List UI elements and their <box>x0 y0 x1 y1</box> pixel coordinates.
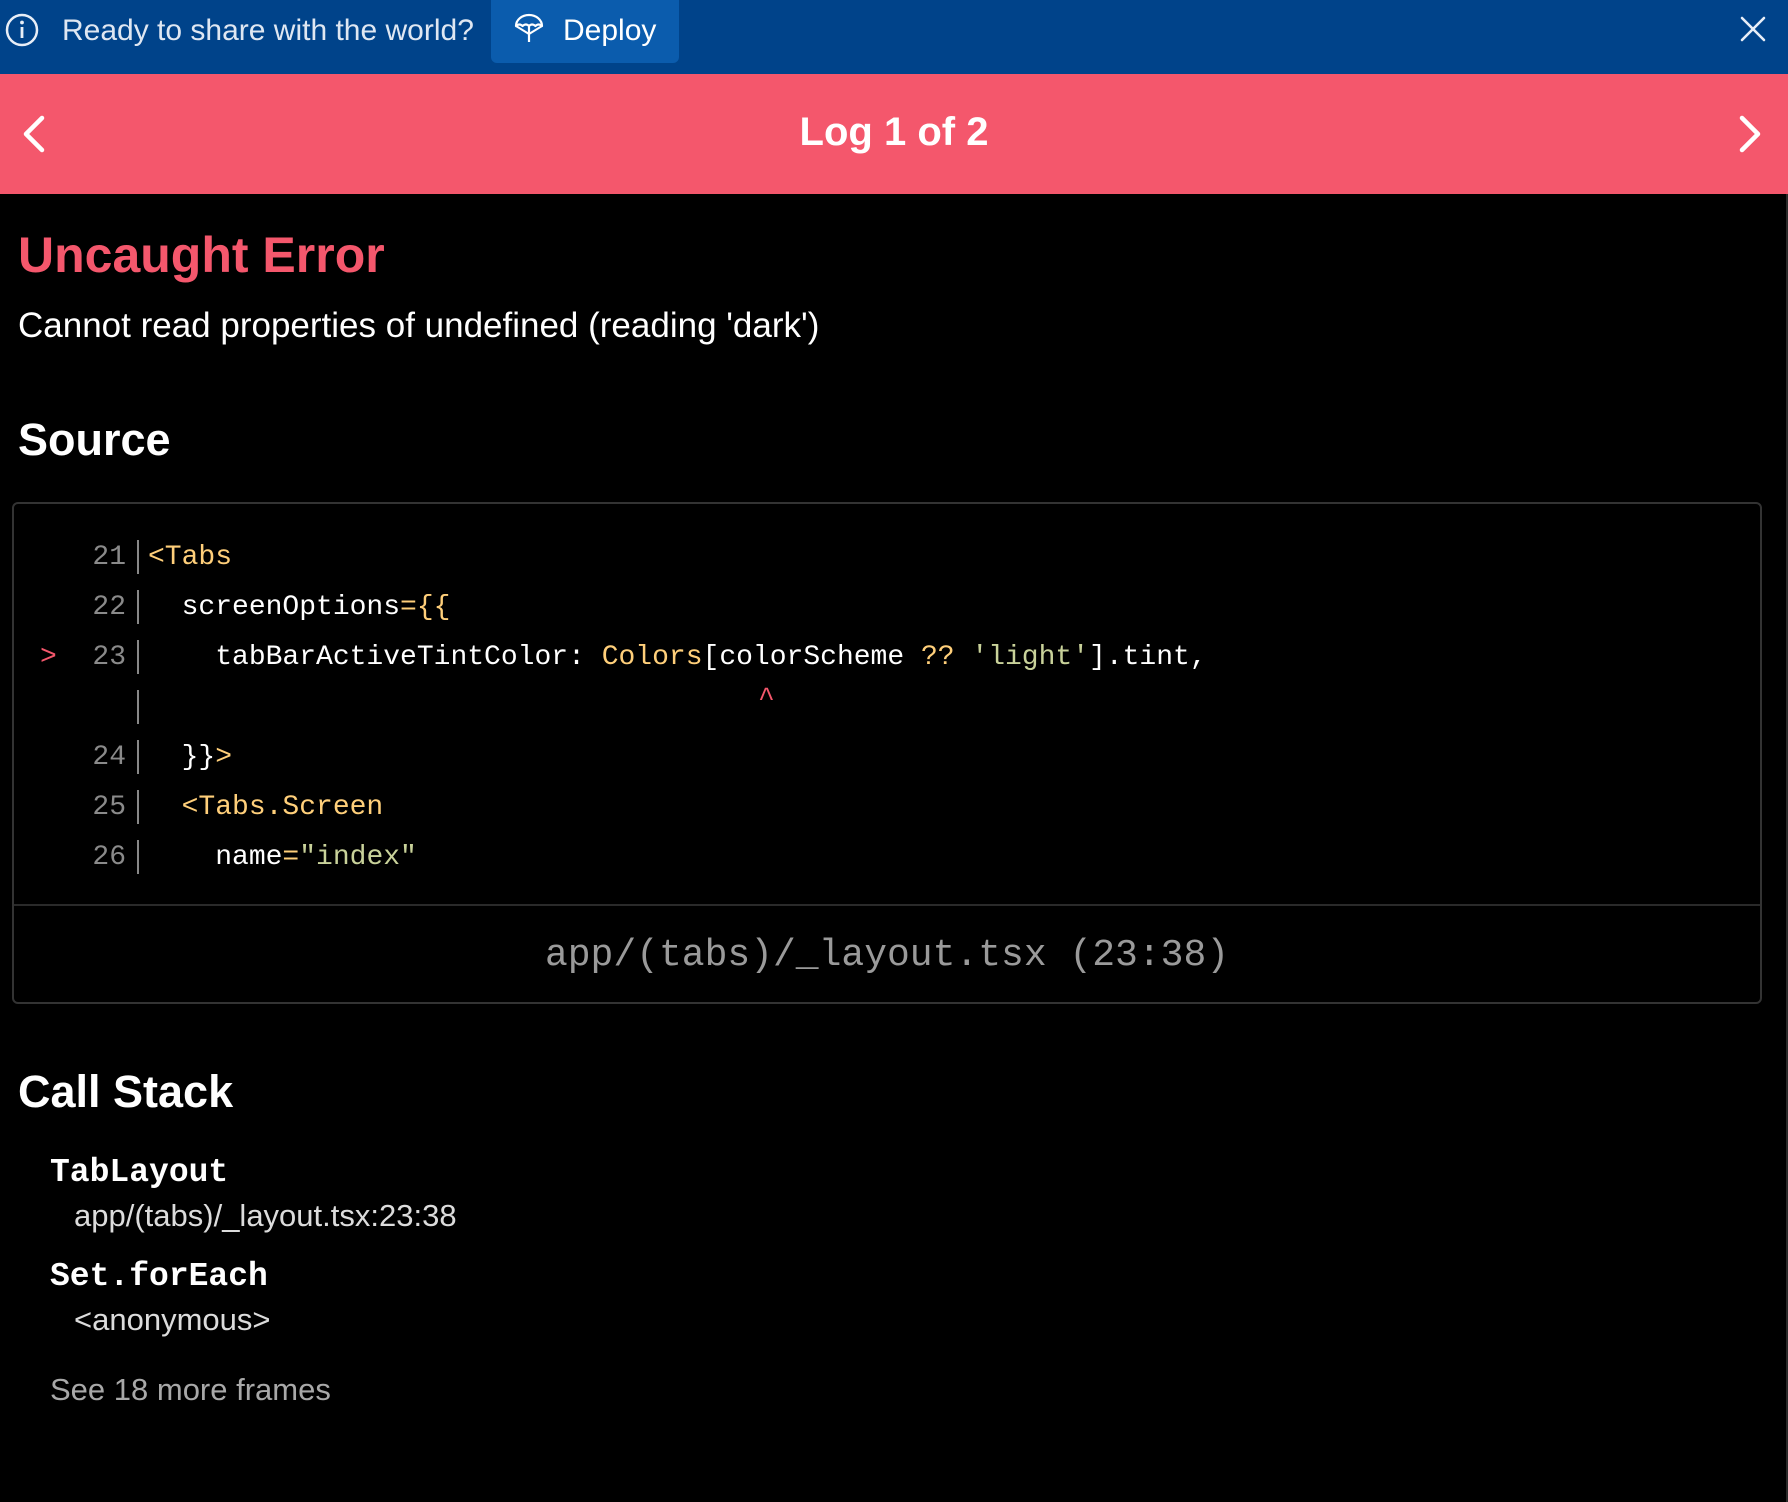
source-code-panel: 21 <Tabs 22 screenOptions={{ > 23 tabBar… <box>12 502 1762 1004</box>
line-source: <Tabs <box>148 542 232 573</box>
gutter-bar <box>137 590 139 624</box>
code-token: > <box>215 742 233 773</box>
log-navigation-bar: Log 1 of 2 <box>0 74 1788 194</box>
code-line: 25 <Tabs.Screen <box>14 784 1760 834</box>
caret-glyph: ^ <box>758 684 775 715</box>
see-more-frames-link[interactable]: See 18 more frames <box>50 1372 331 1408</box>
code-token: [ <box>702 642 720 673</box>
info-circle-icon <box>5 13 39 47</box>
line-number: 21 <box>92 542 126 573</box>
line-source: screenOptions={{ <box>148 592 451 623</box>
stack-frame-location[interactable]: app/(tabs)/_layout.tsx:23:38 <box>74 1198 457 1234</box>
line-number: 24 <box>92 742 126 773</box>
error-message: Cannot read properties of undefined (rea… <box>18 306 820 345</box>
gutter-bar <box>137 690 139 724</box>
gutter-bar <box>137 740 139 774</box>
code-line: 21 <Tabs <box>14 534 1760 584</box>
code-token: <Tabs.Screen <box>148 792 384 823</box>
log-counter-title: Log 1 of 2 <box>799 110 989 154</box>
error-caret: ^ <box>758 684 775 715</box>
code-token: tabBarActiveTintColor: <box>148 642 602 673</box>
error-log-page: Ready to share with the world? Deploy Lo… <box>0 0 1788 1502</box>
gutter-bar <box>137 540 139 574</box>
gutter-bar <box>137 640 139 674</box>
code-token: ?? <box>920 642 972 673</box>
line-marker: > <box>40 642 57 673</box>
source-divider <box>14 904 1760 906</box>
code-token: name <box>148 842 283 873</box>
line-source: }}> <box>148 742 232 773</box>
source-heading: Source <box>18 414 171 465</box>
banner-message: Ready to share with the world? <box>62 14 474 47</box>
code-token: = <box>282 842 300 873</box>
line-number: 22 <box>92 592 126 623</box>
deploy-label: Deploy <box>563 14 657 47</box>
parachute-icon <box>514 13 544 42</box>
code-token: "index" <box>299 842 417 873</box>
code-block: 21 <Tabs 22 screenOptions={{ > 23 tabBar… <box>14 534 1760 884</box>
gutter-bar <box>137 790 139 824</box>
chevron-right-icon[interactable] <box>1732 112 1768 156</box>
share-banner: Ready to share with the world? Deploy <box>0 0 1788 74</box>
line-number: 25 <box>92 792 126 823</box>
line-source: name="index" <box>148 842 417 873</box>
code-line: 24 }}> <box>14 734 1760 784</box>
code-token: screenOptions <box>148 592 401 623</box>
code-line: 26 name="index" <box>14 834 1760 884</box>
code-token: <Tabs <box>148 542 233 573</box>
error-title: Uncaught Error <box>18 227 385 283</box>
code-token: Colors <box>601 642 703 673</box>
deploy-button[interactable]: Deploy <box>491 0 679 63</box>
line-source: <Tabs.Screen <box>148 792 384 823</box>
code-line-caret: ^ <box>14 684 1760 734</box>
code-token: colorScheme <box>719 642 921 673</box>
stack-frame-name[interactable]: Set.forEach <box>50 1258 268 1295</box>
code-token: 'light' <box>971 642 1090 673</box>
line-source: tabBarActiveTintColor: Colors[colorSchem… <box>148 642 1207 673</box>
source-file-location[interactable]: app/(tabs)/_layout.tsx (23:38) <box>14 934 1760 977</box>
stack-frame-name[interactable]: TabLayout <box>50 1154 228 1191</box>
close-icon[interactable] <box>1736 12 1770 46</box>
line-number: 23 <box>92 642 126 673</box>
code-line: 22 screenOptions={{ <box>14 584 1760 634</box>
call-stack-heading: Call Stack <box>18 1066 234 1117</box>
code-token: ={{ <box>400 592 451 623</box>
code-token: }} <box>148 742 216 773</box>
line-number: 26 <box>92 842 126 873</box>
code-line-highlighted: > 23 tabBarActiveTintColor: Colors[color… <box>14 634 1760 684</box>
gutter-bar <box>137 840 139 874</box>
code-token: ].tint, <box>1089 642 1207 673</box>
stack-frame-location[interactable]: <anonymous> <box>74 1302 270 1338</box>
